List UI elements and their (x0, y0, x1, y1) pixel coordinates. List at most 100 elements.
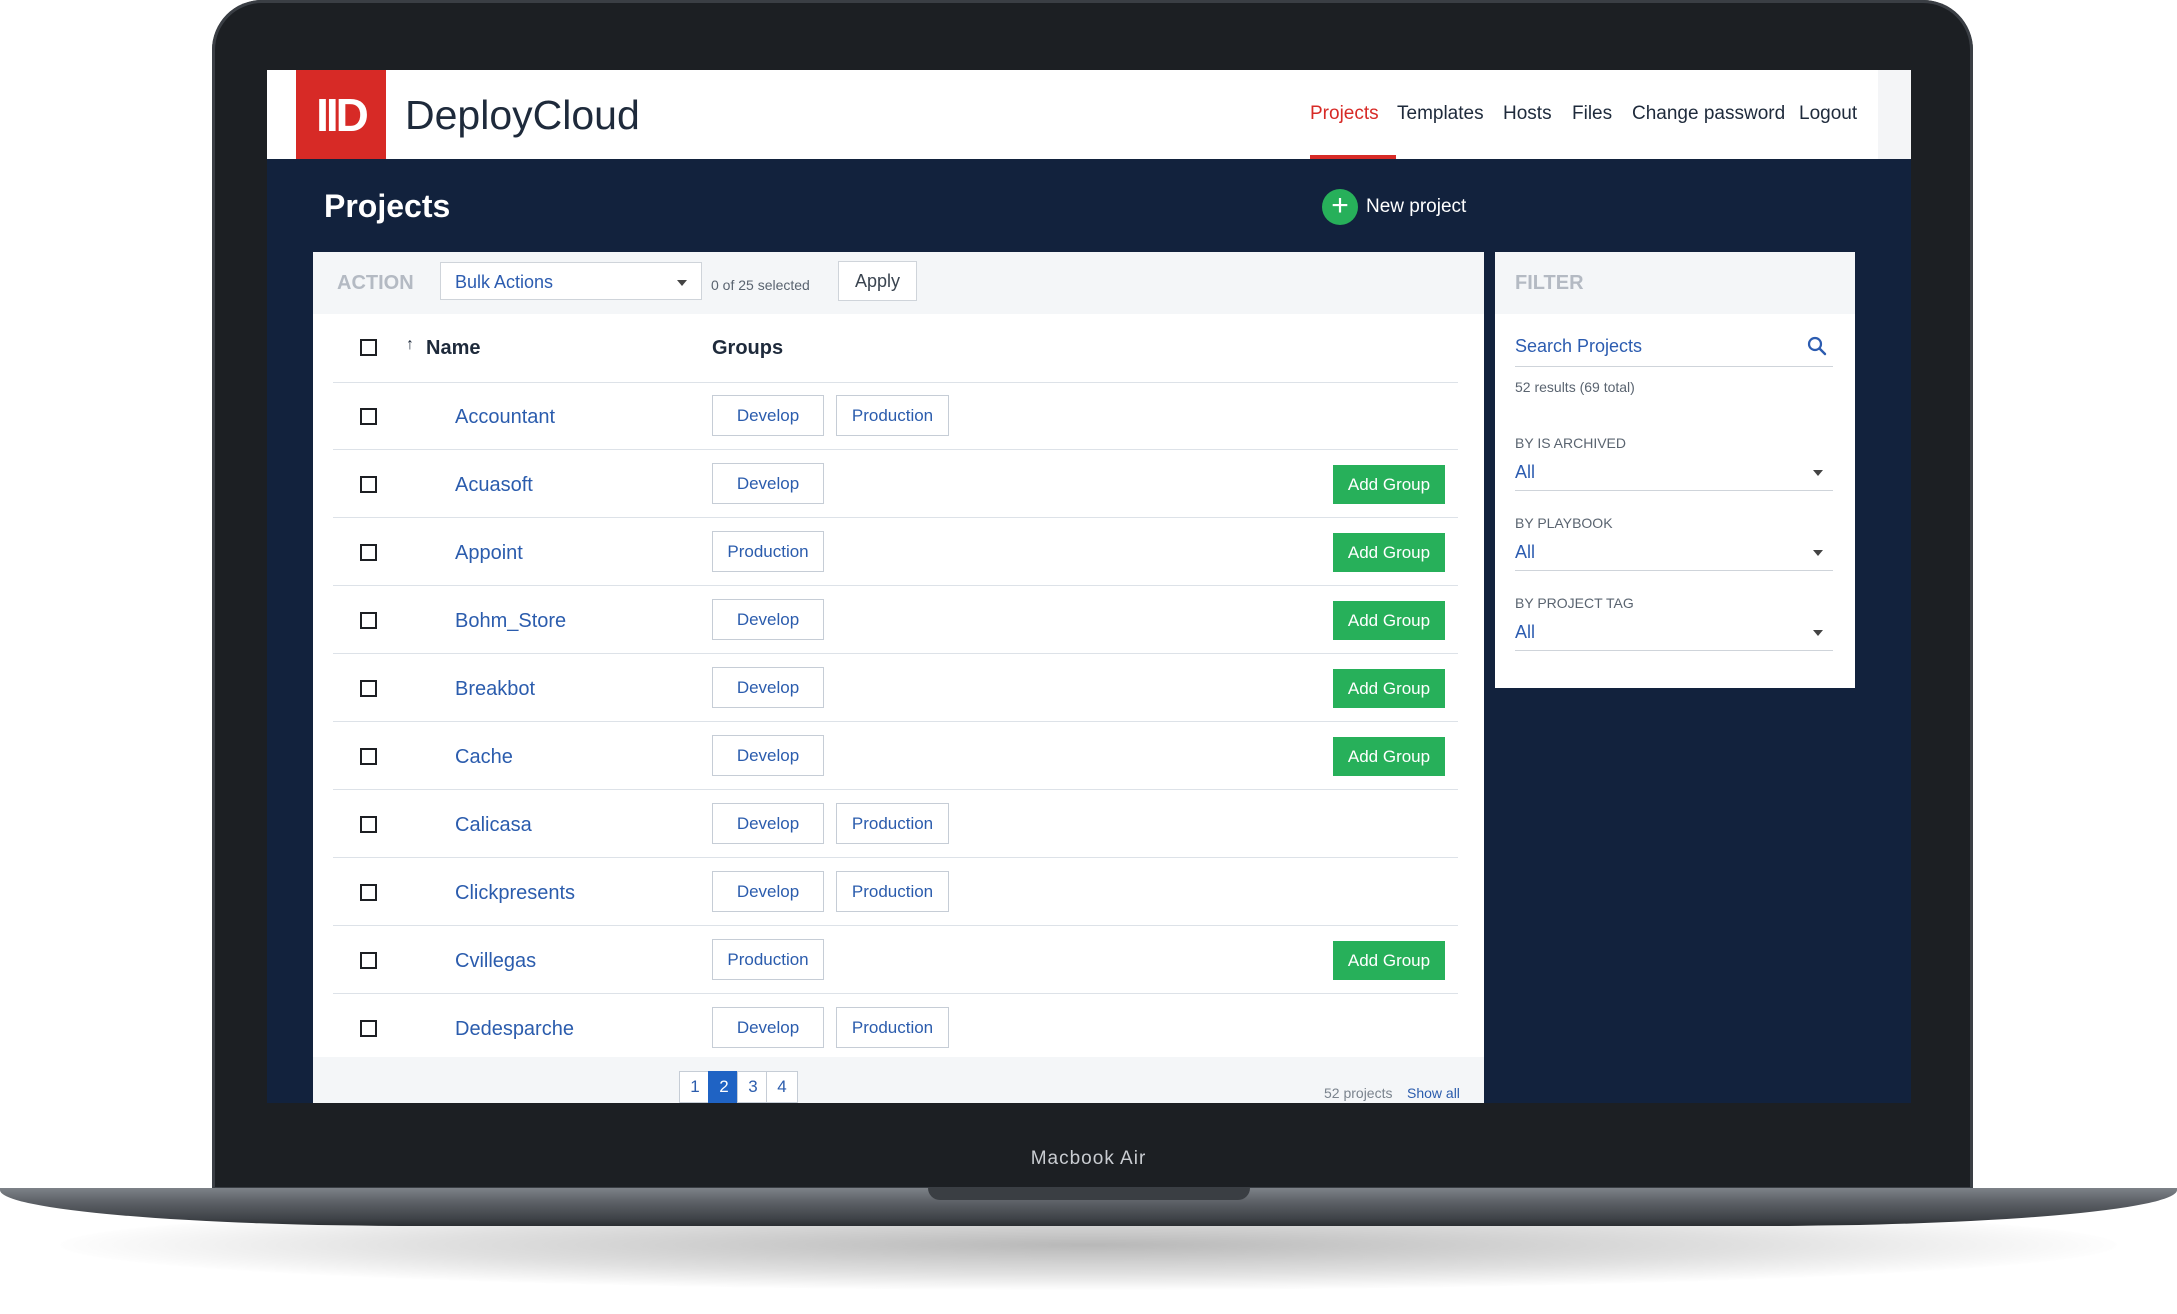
group-tag[interactable]: Develop (712, 1007, 824, 1048)
group-tag[interactable]: Production (836, 1007, 949, 1048)
bulk-actions-select[interactable]: Bulk Actions (440, 262, 702, 300)
filter-title: FILTER (1515, 272, 1584, 294)
row-checkbox[interactable] (360, 1020, 377, 1037)
add-group-button[interactable]: Add Group (1333, 533, 1445, 572)
nav-hosts[interactable]: Hosts (1503, 103, 1552, 125)
table-row: Cache Develop Add Group (333, 722, 1458, 790)
apply-button[interactable]: Apply (838, 261, 917, 301)
project-name-link[interactable]: Acuasoft (455, 474, 533, 497)
search-input[interactable] (1515, 330, 1785, 357)
group-tag[interactable]: Production (712, 939, 824, 980)
search-results-count: 52 results (69 total) (1515, 379, 1635, 395)
group-tag[interactable]: Develop (712, 463, 824, 504)
row-checkbox[interactable] (360, 408, 377, 425)
filter-panel: FILTER 52 results (69 total) BY IS ARCHI… (1495, 252, 1855, 688)
caret-down-icon (677, 280, 687, 286)
group-tag[interactable]: Production (836, 395, 949, 436)
nav-change-password[interactable]: Change password (1632, 103, 1785, 125)
row-checkbox[interactable] (360, 748, 377, 765)
new-project-button[interactable]: + New project (1322, 189, 1466, 225)
caret-down-icon (1813, 630, 1823, 636)
nav-templates[interactable]: Templates (1397, 103, 1484, 125)
table-row: Dedesparche Develop Production (333, 994, 1458, 1062)
row-checkbox[interactable] (360, 884, 377, 901)
column-name-header[interactable]: Name (426, 337, 480, 360)
app-logo[interactable]: IID (296, 70, 386, 159)
caret-down-icon (1813, 470, 1823, 476)
bulk-actions-value: Bulk Actions (455, 272, 554, 292)
project-name-link[interactable]: Bohm_Store (455, 610, 566, 633)
column-groups-header: Groups (712, 337, 784, 359)
group-tag[interactable]: Develop (712, 735, 824, 776)
project-name-link[interactable]: Cvillegas (455, 950, 536, 973)
row-checkbox[interactable] (360, 476, 377, 493)
search-icon[interactable] (1807, 336, 1827, 356)
group-tag[interactable]: Develop (712, 395, 824, 436)
table-row: Bohm_Store Develop Add Group (333, 586, 1458, 654)
table-row: Appoint Production Add Group (333, 518, 1458, 586)
filter-value-archived: All (1515, 462, 1536, 482)
sort-asc-icon[interactable]: ↑ (406, 336, 414, 354)
plus-icon: + (1322, 189, 1358, 225)
laptop-notch (928, 1188, 1250, 1200)
row-checkbox[interactable] (360, 612, 377, 629)
row-checkbox[interactable] (360, 816, 377, 833)
filter-select-archived[interactable]: All (1515, 456, 1833, 491)
show-all-link[interactable]: Show all (1407, 1085, 1460, 1101)
action-bar: ACTION Bulk Actions 0 of 25 selected App… (313, 252, 1484, 314)
table-row: Breakbot Develop Add Group (333, 654, 1458, 722)
group-tag[interactable]: Develop (712, 871, 824, 912)
filter-label-playbook: BY PLAYBOOK (1515, 515, 1613, 531)
page-button[interactable]: 3 (737, 1071, 769, 1103)
row-checkbox[interactable] (360, 544, 377, 561)
table-header: ↑ Name Groups (333, 314, 1458, 383)
add-group-button[interactable]: Add Group (1333, 737, 1445, 776)
filter-select-project-tag[interactable]: All (1515, 616, 1833, 651)
filter-select-playbook[interactable]: All (1515, 536, 1833, 571)
page-button[interactable]: 2 (708, 1071, 740, 1103)
navbar-edge (1878, 70, 1911, 159)
nav-logout[interactable]: Logout (1799, 103, 1857, 125)
table-row: Accountant Develop Production (333, 382, 1458, 450)
add-group-button[interactable]: Add Group (1333, 465, 1445, 504)
table-footer: 1234 52 projects Show all (313, 1057, 1484, 1103)
app-screen: IID DeployCloud Projects Templates Hosts… (267, 70, 1911, 1103)
project-name-link[interactable]: Accountant (455, 406, 555, 429)
add-group-button[interactable]: Add Group (1333, 669, 1445, 708)
group-tag[interactable]: Production (836, 803, 949, 844)
filter-label-archived: BY IS ARCHIVED (1515, 435, 1627, 451)
group-tag[interactable]: Develop (712, 667, 824, 708)
table-row: Clickpresents Develop Production (333, 858, 1458, 926)
filter-value-playbook: All (1515, 542, 1536, 562)
nav-projects[interactable]: Projects (1310, 103, 1379, 125)
add-group-button[interactable]: Add Group (1333, 941, 1445, 980)
group-tag[interactable]: Develop (712, 803, 824, 844)
app-brand: DeployCloud (405, 92, 640, 138)
table-row: Calicasa Develop Production (333, 790, 1458, 858)
project-name-link[interactable]: Calicasa (455, 814, 532, 837)
nav-files[interactable]: Files (1572, 103, 1612, 125)
group-tag[interactable]: Production (712, 531, 824, 572)
device-label: Macbook Air (1030, 1148, 1147, 1169)
filter-label-project-tag: BY PROJECT TAG (1515, 595, 1634, 611)
page-button[interactable]: 4 (766, 1071, 798, 1103)
project-name-link[interactable]: Clickpresents (455, 882, 575, 905)
projects-count: 52 projects (1324, 1085, 1393, 1101)
project-name-link[interactable]: Breakbot (455, 678, 535, 701)
group-tag[interactable]: Production (836, 871, 949, 912)
projects-panel: ACTION Bulk Actions 0 of 25 selected App… (313, 252, 1484, 1103)
page-button[interactable]: 1 (679, 1071, 711, 1103)
filter-header: FILTER (1495, 252, 1855, 314)
caret-down-icon (1813, 550, 1823, 556)
project-name-link[interactable]: Dedesparche (455, 1018, 574, 1041)
select-all-checkbox[interactable] (360, 339, 377, 356)
search-field (1515, 330, 1833, 367)
add-group-button[interactable]: Add Group (1333, 601, 1445, 640)
row-checkbox[interactable] (360, 952, 377, 969)
row-checkbox[interactable] (360, 680, 377, 697)
group-tag[interactable]: Develop (712, 599, 824, 640)
action-label: ACTION (337, 272, 414, 294)
selected-count: 0 of 25 selected (711, 277, 810, 293)
project-name-link[interactable]: Appoint (455, 542, 523, 565)
project-name-link[interactable]: Cache (455, 746, 513, 769)
